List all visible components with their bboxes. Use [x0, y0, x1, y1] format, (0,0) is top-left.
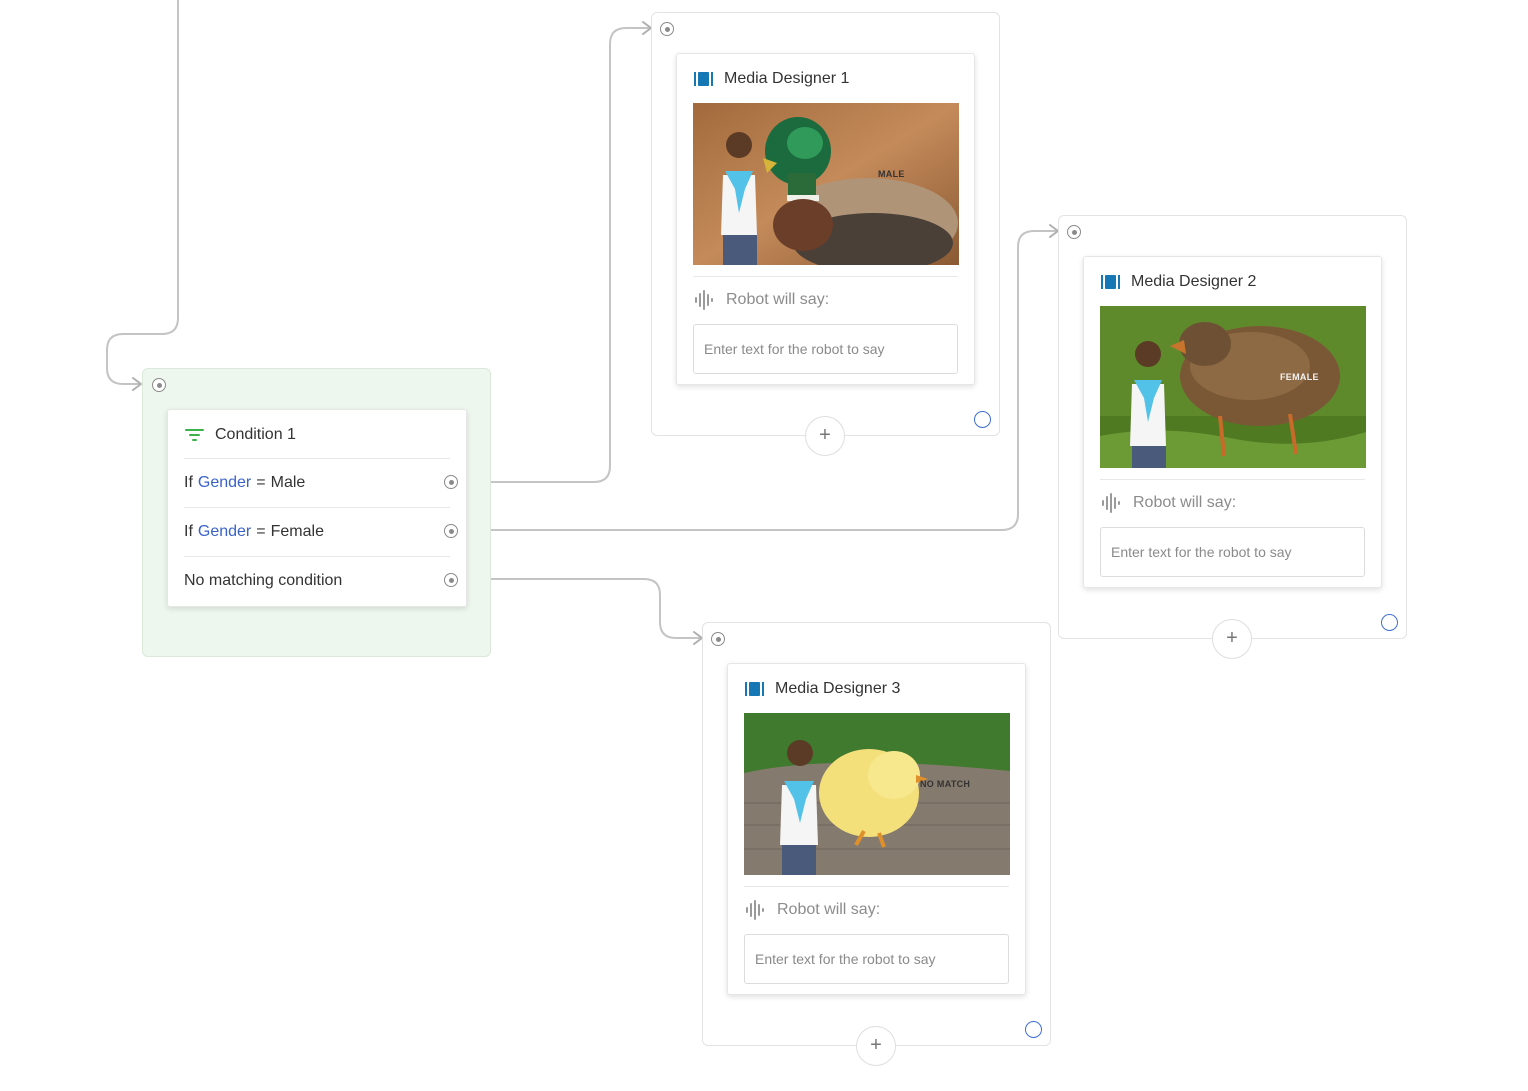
condition-title-row: Condition 1: [185, 424, 296, 446]
condition-input-port[interactable]: [152, 378, 166, 392]
divider: [744, 886, 1009, 887]
condition-node-frame[interactable]: Condition 1 If Gender = Male If Gender =…: [142, 368, 491, 657]
sound-wave-icon: [694, 290, 714, 310]
condition-card[interactable]: Condition 1 If Gender = Male If Gender =…: [167, 409, 467, 607]
media-input-port-2[interactable]: [1067, 225, 1081, 239]
media-node-frame-3[interactable]: Media Designer 3 NO MATCH Robot will say…: [702, 622, 1051, 1066]
media-image-label-1: MALE: [878, 169, 905, 179]
media-output-port-2[interactable]: [1381, 614, 1398, 631]
media-icon: [694, 71, 714, 87]
robot-say-label-3: Robot will say:: [777, 901, 881, 918]
robot-say-row-3: Robot will say:: [745, 899, 880, 921]
media-output-port-3[interactable]: [1025, 1021, 1042, 1038]
media-icon: [1101, 274, 1121, 290]
condition-row-no-match[interactable]: No matching condition: [184, 556, 458, 605]
media-node-frame-1[interactable]: Media Designer 1 MALE Robot will say: En…: [651, 12, 1000, 456]
robot-say-row-1: Robot will say:: [694, 289, 829, 311]
condition-row-male[interactable]: If Gender = Male: [184, 458, 458, 507]
media-title-row-3: Media Designer 3: [745, 678, 900, 700]
media-node-frame-2[interactable]: Media Designer 2 FEMALE Robot will say: …: [1058, 215, 1407, 659]
media-card-2[interactable]: Media Designer 2 FEMALE Robot will say: …: [1083, 256, 1382, 588]
condition-output-port-female[interactable]: [444, 524, 458, 538]
robot-say-label-2: Robot will say:: [1133, 494, 1237, 511]
sound-wave-icon: [745, 900, 765, 920]
media-image-3[interactable]: NO MATCH: [744, 713, 1010, 875]
condition-value: Male: [270, 474, 306, 491]
condition-prefix: If: [184, 474, 193, 491]
robot-say-input-3[interactable]: [744, 934, 1009, 984]
condition-variable[interactable]: Gender: [198, 523, 251, 541]
media-title-row-2: Media Designer 2: [1101, 271, 1256, 293]
condition-operator: =: [256, 523, 266, 540]
robot-say-input-1[interactable]: [693, 324, 958, 374]
media-card-3[interactable]: Media Designer 3 NO MATCH Robot will say…: [727, 663, 1026, 995]
edge-nomatch-to-media3: [466, 578, 701, 639]
media-icon: [745, 681, 765, 697]
media-image-label-3: NO MATCH: [920, 779, 971, 789]
condition-operator: =: [256, 474, 266, 491]
robot-say-label-1: Robot will say:: [726, 291, 830, 308]
media-image-label-2: FEMALE: [1280, 372, 1319, 382]
divider: [1100, 479, 1365, 480]
condition-default-label: No matching condition: [184, 572, 343, 589]
add-node-button-3[interactable]: +: [856, 1026, 896, 1066]
condition-output-port-no-match[interactable]: [444, 573, 458, 587]
edge-male-to-media1: [466, 27, 650, 483]
media-title-1: Media Designer 1: [724, 70, 850, 87]
condition-value: Female: [270, 523, 324, 540]
condition-variable[interactable]: Gender: [198, 474, 251, 492]
sound-wave-icon: [1101, 493, 1121, 513]
media-title-3: Media Designer 3: [775, 680, 901, 697]
media-title-2: Media Designer 2: [1131, 273, 1257, 290]
media-card-1[interactable]: Media Designer 1 MALE Robot will say: En…: [676, 53, 975, 385]
media-image-2[interactable]: FEMALE: [1100, 306, 1366, 468]
add-node-button-2[interactable]: +: [1212, 619, 1252, 659]
media-input-port-1[interactable]: [660, 22, 674, 36]
media-image-1[interactable]: MALE: [693, 103, 959, 265]
divider: [693, 276, 958, 277]
filter-icon: [185, 427, 205, 443]
media-output-port-1[interactable]: [974, 411, 991, 428]
condition-title: Condition 1: [215, 426, 296, 443]
robot-say-input-2[interactable]: [1100, 527, 1365, 577]
media-input-port-3[interactable]: [711, 632, 725, 646]
condition-row-female[interactable]: If Gender = Female: [184, 507, 458, 556]
media-title-row-1: Media Designer 1: [694, 68, 849, 90]
condition-prefix: If: [184, 523, 193, 540]
add-node-button-1[interactable]: +: [805, 416, 845, 456]
robot-say-row-2: Robot will say:: [1101, 492, 1236, 514]
edge-entry-to-condition: [106, 0, 179, 385]
condition-output-port-male[interactable]: [444, 475, 458, 489]
